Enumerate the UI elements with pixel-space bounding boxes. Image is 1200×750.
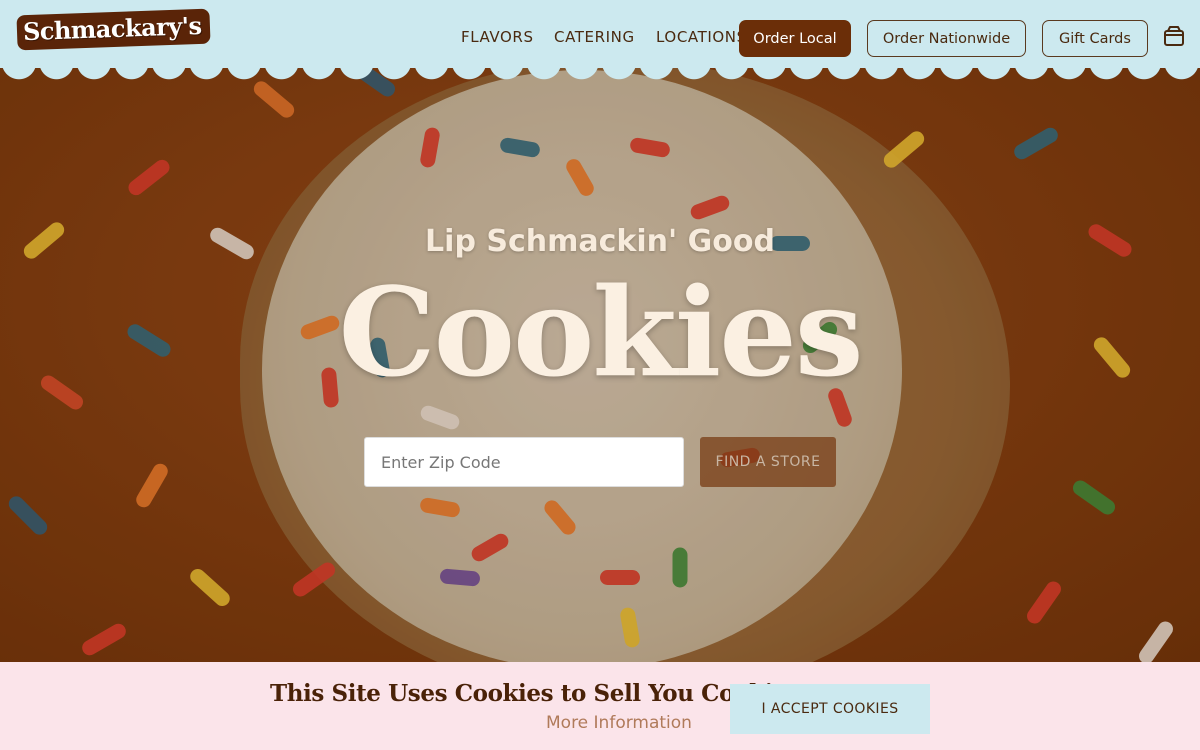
- site-header: Schmackary's FLAVORS CATERING LOCATIONS …: [0, 0, 1200, 68]
- nav-locations[interactable]: LOCATIONS: [656, 28, 747, 46]
- zip-code-input[interactable]: [364, 437, 684, 487]
- order-local-button[interactable]: Order Local: [739, 20, 851, 57]
- gift-cards-button[interactable]: Gift Cards: [1042, 20, 1148, 57]
- order-nationwide-button[interactable]: Order Nationwide: [867, 20, 1026, 57]
- shopping-bag-icon[interactable]: [1162, 24, 1186, 48]
- find-store-button[interactable]: FIND A STORE: [700, 437, 836, 487]
- more-information-link[interactable]: More Information: [546, 713, 692, 733]
- accept-cookies-button[interactable]: I ACCEPT COOKIES: [730, 684, 930, 734]
- cookie-consent-banner: This Site Uses Cookies to Sell You Cooki…: [0, 662, 1200, 750]
- nav-flavors[interactable]: FLAVORS: [461, 28, 534, 46]
- hero-headline: Cookies: [338, 260, 863, 404]
- brand-logo[interactable]: Schmackary's: [16, 8, 211, 51]
- hero-subtitle: Lip Schmackin' Good: [425, 224, 775, 259]
- nav-catering[interactable]: CATERING: [554, 28, 635, 46]
- cookie-banner-title: This Site Uses Cookies to Sell You Cooki…: [270, 680, 808, 707]
